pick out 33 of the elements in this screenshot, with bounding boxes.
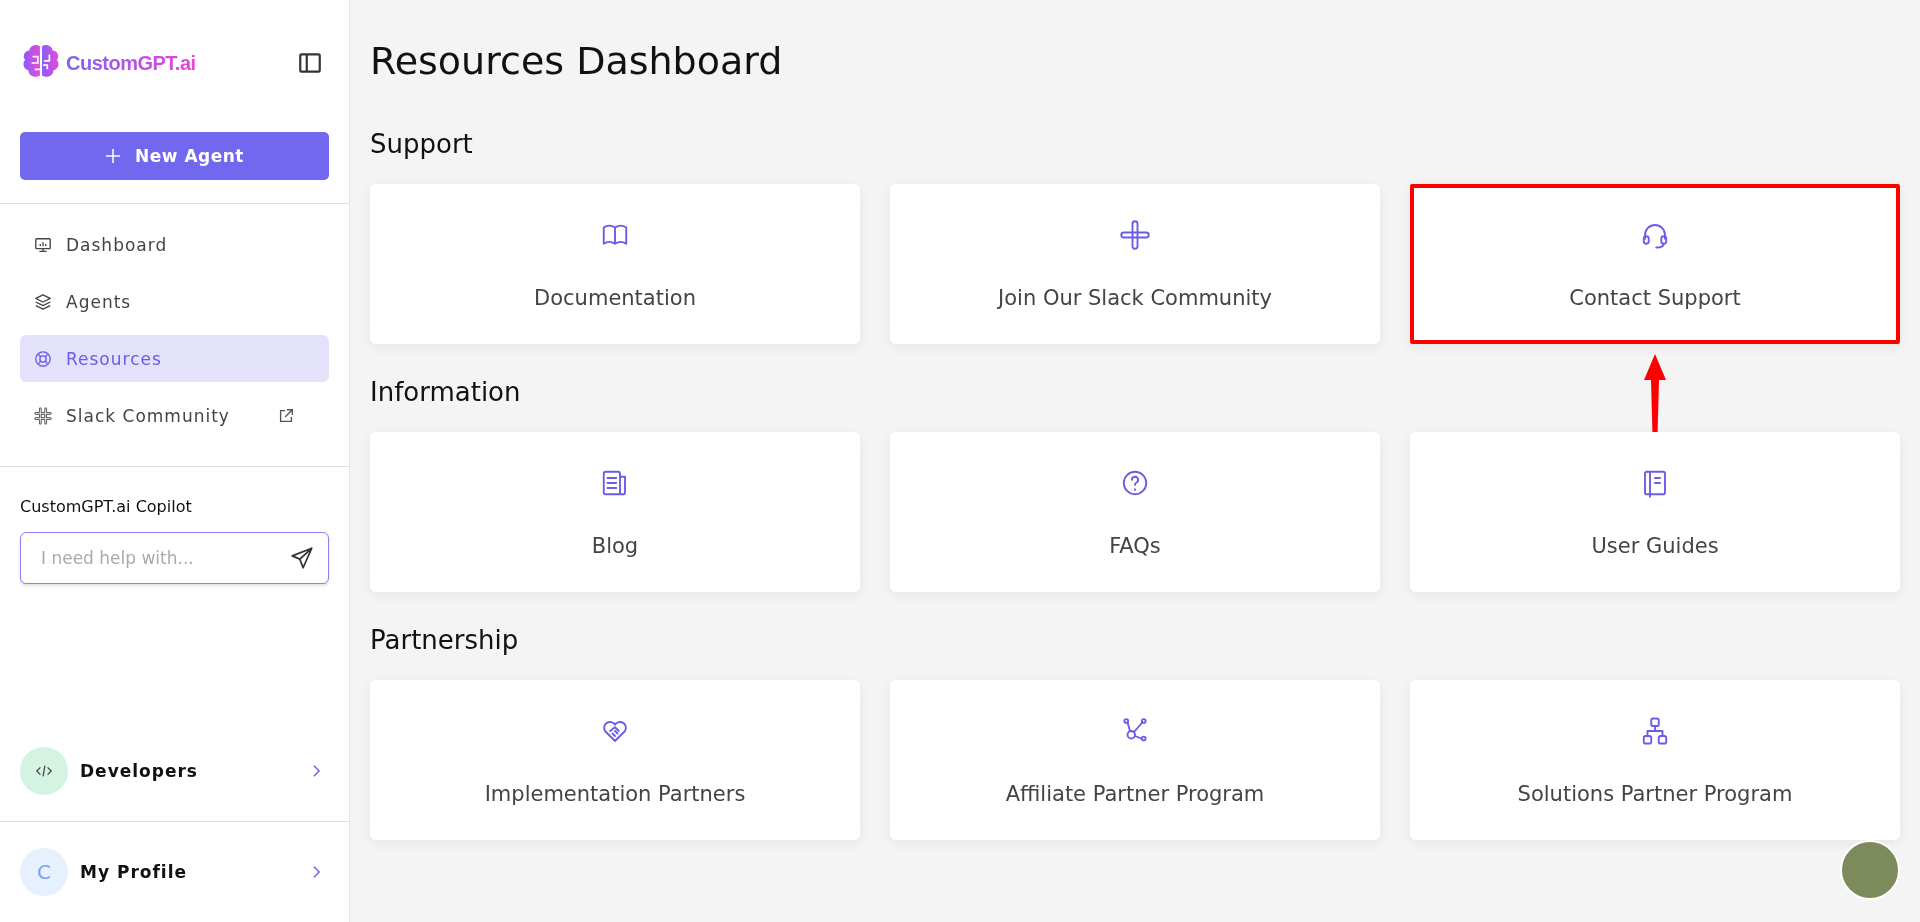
- code-icon: [20, 747, 68, 795]
- monitor-icon: [34, 235, 52, 254]
- chevron-right-icon: [312, 865, 321, 879]
- profile-avatar: C: [20, 848, 68, 896]
- nav-item[interactable]: Dashboard: [20, 221, 329, 268]
- resource-card[interactable]: FAQs: [890, 432, 1380, 592]
- plus-icon: [105, 148, 121, 164]
- layers-icon: [34, 292, 52, 311]
- resource-card[interactable]: Blog: [370, 432, 860, 592]
- resource-card[interactable]: Join Our Slack Community: [890, 184, 1380, 344]
- nav-item[interactable]: Resources: [20, 335, 329, 382]
- section-heading: Information: [370, 376, 521, 409]
- copilot-input-field[interactable]: I need help with...: [20, 532, 329, 584]
- copilot-title: CustomGPT.ai Copilot: [20, 497, 193, 516]
- sidebar-toggle-icon[interactable]: [297, 50, 323, 76]
- page-title: Resources Dashboard: [370, 38, 784, 85]
- lifebuoy-icon: [34, 349, 52, 368]
- hierarchy-icon: [1640, 716, 1670, 746]
- section-heading: Partnership: [370, 624, 519, 657]
- resource-card[interactable]: User Guides: [1410, 432, 1900, 592]
- resource-card[interactable]: Affiliate Partner Program: [890, 680, 1380, 840]
- send-icon[interactable]: [289, 545, 315, 571]
- nav-item[interactable]: Slack Community: [20, 392, 329, 439]
- resource-card[interactable]: Documentation: [370, 184, 860, 344]
- profile-link[interactable]: C My Profile: [0, 822, 349, 922]
- section-heading: Support: [370, 128, 473, 161]
- nav-item[interactable]: Agents: [20, 278, 329, 325]
- resource-card[interactable]: Implementation Partners: [370, 680, 860, 840]
- question-icon: [1120, 468, 1150, 498]
- new-agent-button[interactable]: New Agent: [20, 132, 329, 180]
- resource-card[interactable]: Solutions Partner Program: [1410, 680, 1900, 840]
- chevron-right-icon: [312, 764, 321, 778]
- developers-link[interactable]: Developers: [0, 721, 349, 821]
